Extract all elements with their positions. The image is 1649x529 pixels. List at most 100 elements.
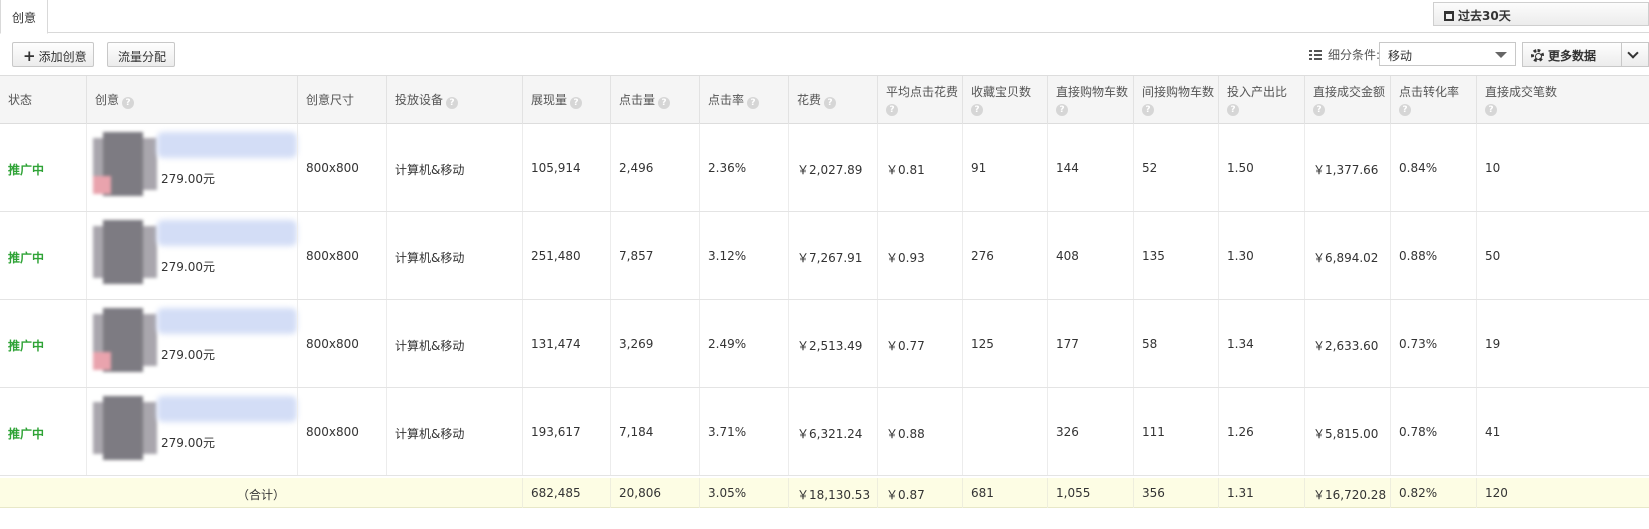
- device-value: 计算机&移动: [395, 163, 465, 177]
- creative-title-blurred[interactable]: [157, 132, 297, 158]
- cell-device: 计算机&移动: [386, 388, 522, 475]
- column-header-8[interactable]: 平均点击花费?: [877, 76, 962, 124]
- help-icon[interactable]: ?: [747, 97, 760, 109]
- cell-roi: 1.34: [1218, 300, 1304, 387]
- cell-ctr: 2.49%: [699, 300, 788, 387]
- cell-direct_amount: ￥6,894.02: [1304, 212, 1390, 299]
- tab-creative[interactable]: 创意: [0, 0, 48, 34]
- cell-size: 800x800: [297, 124, 386, 211]
- column-header-7[interactable]: 花费?: [788, 76, 877, 124]
- help-icon[interactable]: ?: [824, 97, 837, 109]
- column-header-5[interactable]: 点击量?: [610, 76, 699, 124]
- roi-value: 1.26: [1227, 425, 1254, 439]
- caret-down-icon: [1495, 52, 1507, 58]
- status-value: 推广中: [8, 427, 45, 441]
- more-data-button[interactable]: 更多数据: [1522, 42, 1649, 67]
- table-row[interactable]: 推广中 279.00元 800x800 计算机&移动 251,480 7,857 3.12%…: [0, 212, 1649, 300]
- table-row[interactable]: 推广中 279.00元 800x800 计算机&移动 193,617 7,184 3.71%…: [0, 388, 1649, 476]
- creative-title-blurred[interactable]: [157, 308, 297, 334]
- clicks-value: 3,269: [619, 337, 654, 351]
- column-header-1[interactable]: 创意?: [86, 76, 297, 124]
- cell-indirect_cart: 135: [1133, 212, 1218, 299]
- table-row[interactable]: 推广中 279.00元 800x800 计算机&移动 105,914 2,496 2.36%…: [0, 124, 1649, 212]
- help-icon[interactable]: ?: [658, 97, 671, 109]
- traffic-allocation-label: 流量分配: [118, 50, 167, 64]
- table-row[interactable]: 推广中 279.00元 800x800 计算机&移动 131,474 3,269 2.49%…: [0, 300, 1649, 388]
- chevron-down-icon[interactable]: [1627, 47, 1639, 59]
- help-icon[interactable]: ?: [1313, 104, 1325, 116]
- creative-thumbnail[interactable]: [93, 308, 157, 372]
- help-icon[interactable]: ?: [1399, 104, 1411, 116]
- creative-thumbnail[interactable]: [93, 396, 157, 460]
- cell-cpc: ￥0.88: [877, 388, 962, 475]
- column-header-9[interactable]: 收藏宝贝数?: [962, 76, 1047, 124]
- help-icon[interactable]: ?: [971, 104, 983, 116]
- total-direct_amount: ￥16,720.28: [1304, 478, 1390, 508]
- indirect_cart-value: 111: [1142, 425, 1165, 439]
- help-icon[interactable]: ?: [886, 104, 898, 116]
- column-header-12[interactable]: 投入产出比?: [1218, 76, 1304, 124]
- size-value: 800x800: [306, 249, 359, 263]
- direct_orders-value: 41: [1485, 425, 1501, 439]
- tab-creative-label: 创意: [12, 11, 37, 25]
- column-header-14[interactable]: 点击转化率?: [1390, 76, 1476, 124]
- help-icon[interactable]: ?: [122, 97, 135, 109]
- creative-thumbnail[interactable]: [93, 220, 157, 284]
- tab-bar: 创意 过去30天: [0, 0, 1649, 34]
- column-header-label: 直接成交金额: [1313, 85, 1386, 99]
- help-icon[interactable]: ?: [1227, 104, 1239, 116]
- creative-table: 状态 创意? 创意尺寸 投放设备? 展现量? 点击量? 点击率? 花费? 平均点击花费? 收藏宝贝…: [0, 75, 1649, 508]
- cpc-value: ￥0.81: [886, 163, 925, 177]
- column-header-0[interactable]: 状态: [0, 76, 86, 124]
- cost-value: ￥2,027.89: [797, 163, 863, 177]
- creative-title-blurred[interactable]: [157, 396, 297, 422]
- help-icon[interactable]: ?: [446, 97, 459, 109]
- cell-device: 计算机&移动: [386, 124, 522, 211]
- column-header-11[interactable]: 间接购物车数?: [1133, 76, 1218, 124]
- cvr-value: 0.78%: [1399, 425, 1438, 439]
- cell-favorites: 91: [962, 124, 1047, 211]
- column-header-10[interactable]: 直接购物车数?: [1047, 76, 1133, 124]
- cell-indirect_cart: 58: [1133, 300, 1218, 387]
- cost-value: ￥6,321.24: [797, 427, 863, 441]
- cell-impressions: 105,914: [522, 124, 610, 211]
- totals-row: （合计） 682,485 20,806 3.05% ￥18,130.53 ￥0.87 681…: [0, 478, 1649, 508]
- size-value: 800x800: [306, 425, 359, 439]
- ctr-value: 2.49%: [708, 337, 747, 351]
- direct_amount-value: ￥2,633.60: [1313, 339, 1379, 353]
- cell-clicks: 7,184: [610, 388, 699, 475]
- help-icon[interactable]: ?: [1056, 104, 1068, 116]
- help-icon[interactable]: ?: [570, 97, 583, 109]
- column-header-13[interactable]: 直接成交金额?: [1304, 76, 1390, 124]
- indirect_cart-value: 52: [1142, 161, 1158, 175]
- help-icon[interactable]: ?: [1485, 104, 1497, 116]
- cell-status: 推广中: [0, 124, 86, 211]
- segment-select[interactable]: 移动: [1379, 42, 1516, 66]
- cell-clicks: 2,496: [610, 124, 699, 211]
- column-header-6[interactable]: 点击率?: [699, 76, 788, 124]
- traffic-allocation-button[interactable]: 流量分配: [107, 42, 175, 67]
- creative-thumbnail[interactable]: [93, 132, 157, 196]
- cell-cpc: ￥0.77: [877, 300, 962, 387]
- add-creative-label: 添加创意: [38, 50, 87, 64]
- column-header-label: 平均点击花费: [886, 85, 959, 99]
- help-icon[interactable]: ?: [1142, 104, 1154, 116]
- column-header-4[interactable]: 展现量?: [522, 76, 610, 124]
- cpc-value: ￥0.88: [886, 427, 925, 441]
- creative-price: 279.00元: [161, 172, 215, 186]
- device-value: 计算机&移动: [395, 251, 465, 265]
- column-header-2[interactable]: 创意尺寸: [297, 76, 386, 124]
- date-range-button[interactable]: 过去30天: [1433, 2, 1649, 26]
- add-creative-button[interactable]: + 添加创意: [12, 42, 94, 67]
- cell-cpc: ￥0.93: [877, 212, 962, 299]
- favorites-value: 276: [971, 249, 994, 263]
- device-value: 计算机&移动: [395, 427, 465, 441]
- total-favorites: 681: [962, 478, 1047, 508]
- column-header-15[interactable]: 直接成交笔数?: [1476, 76, 1560, 124]
- column-header-label: 投入产出比: [1227, 85, 1288, 99]
- divider: [1621, 43, 1622, 66]
- column-header-3[interactable]: 投放设备?: [386, 76, 522, 124]
- creative-title-blurred[interactable]: [157, 220, 297, 246]
- impressions-value: 251,480: [531, 249, 581, 263]
- cell-impressions: 251,480: [522, 212, 610, 299]
